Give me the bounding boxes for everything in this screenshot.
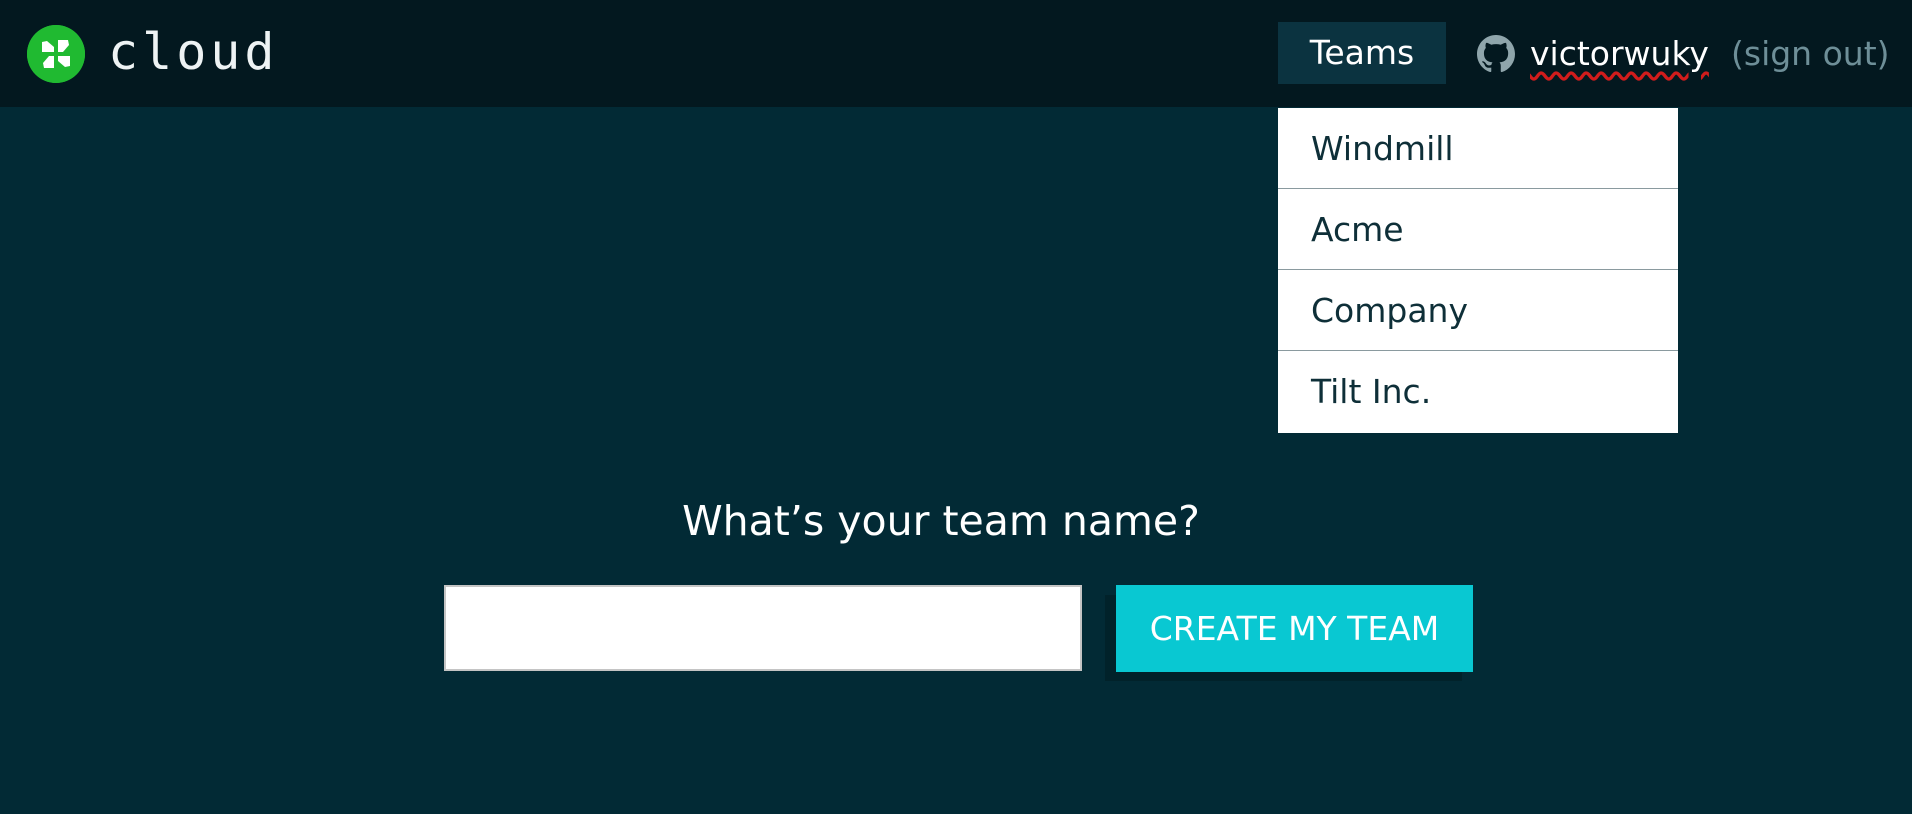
team-name-question: What’s your team name?: [682, 497, 1200, 545]
team-menu-item-tilt-inc[interactable]: Tilt Inc.: [1278, 351, 1678, 433]
github-icon: [1477, 35, 1515, 73]
team-name-input[interactable]: [444, 585, 1082, 671]
sign-out-link[interactable]: (sign out): [1731, 30, 1890, 78]
top-nav-bar: cloud Teams victorwuky (sign out): [0, 0, 1912, 107]
teams-dropdown-menu: Windmill Acme Company Tilt Inc.: [1278, 108, 1678, 433]
windmill-logo-icon[interactable]: [27, 25, 85, 83]
team-menu-item-windmill[interactable]: Windmill: [1278, 108, 1678, 189]
team-menu-item-company[interactable]: Company: [1278, 270, 1678, 351]
brand-name: cloud: [108, 23, 279, 81]
create-team-button[interactable]: CREATE MY TEAM: [1116, 585, 1473, 672]
page: cloud Teams victorwuky (sign out) Windmi…: [0, 0, 1912, 814]
team-menu-item-acme[interactable]: Acme: [1278, 189, 1678, 270]
username-label: victorwuky: [1530, 34, 1709, 73]
teams-menu-button[interactable]: Teams: [1278, 22, 1446, 84]
